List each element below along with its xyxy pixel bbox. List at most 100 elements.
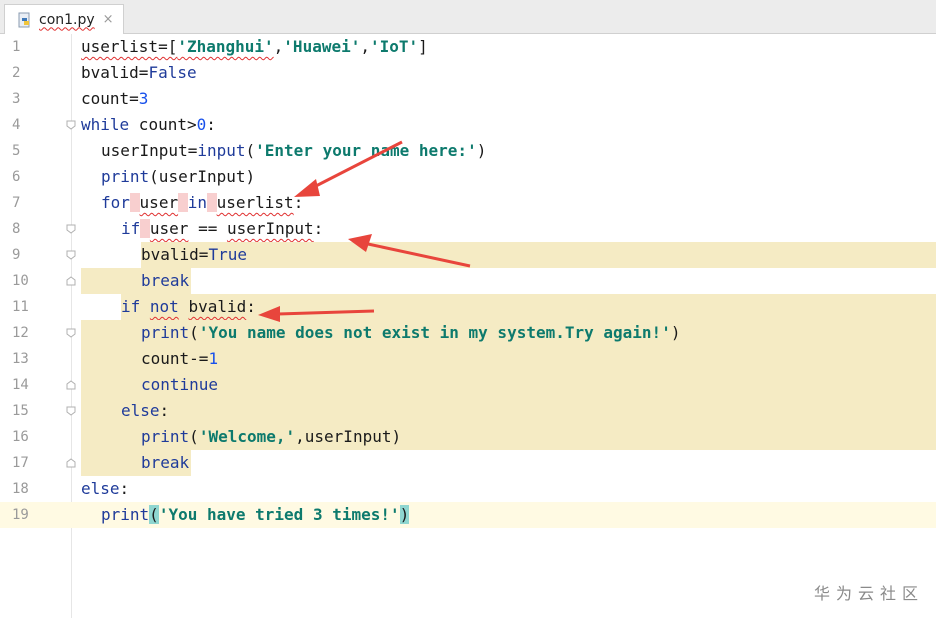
keyword: while	[81, 115, 130, 134]
code-line: 17 break	[0, 450, 936, 476]
whitespace-warning	[129, 193, 140, 212]
punctuation: )	[476, 141, 487, 160]
matched-bracket: (	[149, 505, 159, 524]
string-literal: 'Enter your name here:'	[255, 141, 477, 160]
line-number: 5	[12, 143, 21, 159]
identifier: bvalid=	[141, 245, 209, 264]
code-line: 15 else:	[0, 398, 936, 424]
fold-icon[interactable]	[66, 120, 76, 130]
code-line: 6 print(userInput)	[0, 164, 936, 190]
operator: ==	[188, 219, 227, 238]
punctuation: :	[119, 479, 130, 498]
line-number: 12	[12, 325, 29, 341]
identifier: count=	[81, 89, 139, 108]
identifier: user	[139, 193, 179, 212]
identifier: userInput=	[101, 141, 198, 160]
file-tab[interactable]: con1.py ×	[4, 4, 124, 34]
code-line: 13 count-=1	[0, 346, 936, 372]
fold-icon[interactable]	[66, 224, 76, 234]
identifier: userInput	[226, 219, 314, 238]
code-text: if not bvalid:	[121, 294, 256, 320]
identifier: count>	[129, 115, 197, 134]
line-number: 17	[12, 455, 29, 471]
number-literal: 3	[138, 89, 149, 108]
identifier: userlist	[216, 193, 294, 212]
code-line: 11 if not bvalid:	[0, 294, 936, 320]
punctuation: :	[313, 219, 324, 238]
keyword: break	[141, 453, 190, 472]
fold-icon[interactable]	[66, 328, 76, 338]
close-icon[interactable]: ×	[103, 12, 114, 27]
keyword: break	[141, 271, 190, 290]
code-text: bvalid=True	[141, 242, 247, 268]
tab-filename: con1.py	[39, 11, 95, 28]
punctuation: :	[206, 115, 216, 134]
whitespace-warning	[140, 219, 150, 238]
code-text: print('You have tried 3 times!')	[101, 502, 410, 528]
code-line: 12 print('You name does not exist in my …	[0, 320, 936, 346]
editor-tab-bar: con1.py ×	[0, 0, 936, 34]
fold-end-icon[interactable]	[66, 380, 76, 390]
identifier: user	[149, 219, 189, 238]
builtin: print	[101, 505, 150, 524]
code-editor[interactable]: 1 userlist=['Zhanghui','Huawei','IoT'] 2…	[0, 34, 936, 618]
whitespace-warning	[178, 193, 188, 212]
keyword: in	[187, 193, 207, 212]
punctuation: :	[246, 297, 256, 316]
builtin: print	[141, 323, 190, 342]
matched-bracket: )	[399, 505, 410, 524]
line-number: 10	[12, 273, 29, 289]
fold-end-icon[interactable]	[66, 276, 76, 286]
punctuation: ]	[418, 37, 428, 56]
fold-icon[interactable]	[66, 250, 76, 260]
punctuation: :	[293, 193, 304, 212]
line-number: 9	[12, 247, 21, 263]
code-line: 5 userInput=input('Enter your name here:…	[0, 138, 936, 164]
fold-icon[interactable]	[66, 406, 76, 416]
string-literal: 'Welcome,'	[198, 427, 296, 446]
code-line: 4 while count>0:	[0, 112, 936, 138]
keyword: not	[149, 297, 179, 316]
code-text: bvalid=False	[81, 60, 197, 86]
code-text: count=3	[81, 86, 148, 112]
line-number: 8	[12, 221, 21, 237]
keyword: else	[81, 479, 120, 498]
code-line: 2 bvalid=False	[0, 60, 936, 86]
code-text: else:	[81, 476, 129, 502]
keyword: if	[121, 297, 141, 316]
keyword: for	[101, 193, 130, 212]
code-text: userInput=input('Enter your name here:')	[101, 138, 486, 164]
code-line: 3 count=3	[0, 86, 936, 112]
code-text: for user in userlist:	[101, 190, 303, 216]
code-line: 9 bvalid=True	[0, 242, 936, 268]
string-literal: 'IoT'	[370, 37, 419, 56]
keyword: False	[148, 63, 197, 82]
builtin: input	[197, 141, 246, 160]
identifier: bvalid=	[81, 63, 149, 82]
fold-end-icon[interactable]	[66, 458, 76, 468]
python-file-icon	[17, 12, 33, 28]
watermark: 华为云社区	[813, 584, 924, 603]
code-line: 1 userlist=['Zhanghui','Huawei','IoT']	[0, 34, 936, 60]
code-text: else:	[121, 398, 169, 424]
number-literal: 1	[208, 349, 219, 368]
punctuation: )	[670, 323, 681, 342]
string-literal: 'Huawei'	[283, 37, 361, 56]
code-text: while count>0:	[81, 112, 216, 138]
string-literal: 'You name does not exist in my system.Tr…	[198, 323, 671, 342]
block-highlight	[81, 398, 936, 424]
line-number: 7	[12, 195, 21, 211]
keyword: else	[121, 401, 160, 420]
line-number: 6	[12, 169, 21, 185]
code-text: break	[141, 268, 189, 294]
line-number: 4	[12, 117, 21, 133]
number-literal: 0	[196, 115, 207, 134]
punctuation: ,	[273, 37, 284, 56]
line-number: 18	[12, 481, 29, 497]
code-line-current: 19 print('You have tried 3 times!')	[0, 502, 936, 528]
code-text: print(userInput)	[101, 164, 255, 190]
code-text: break	[141, 450, 189, 476]
code-line: 18 else:	[0, 476, 936, 502]
